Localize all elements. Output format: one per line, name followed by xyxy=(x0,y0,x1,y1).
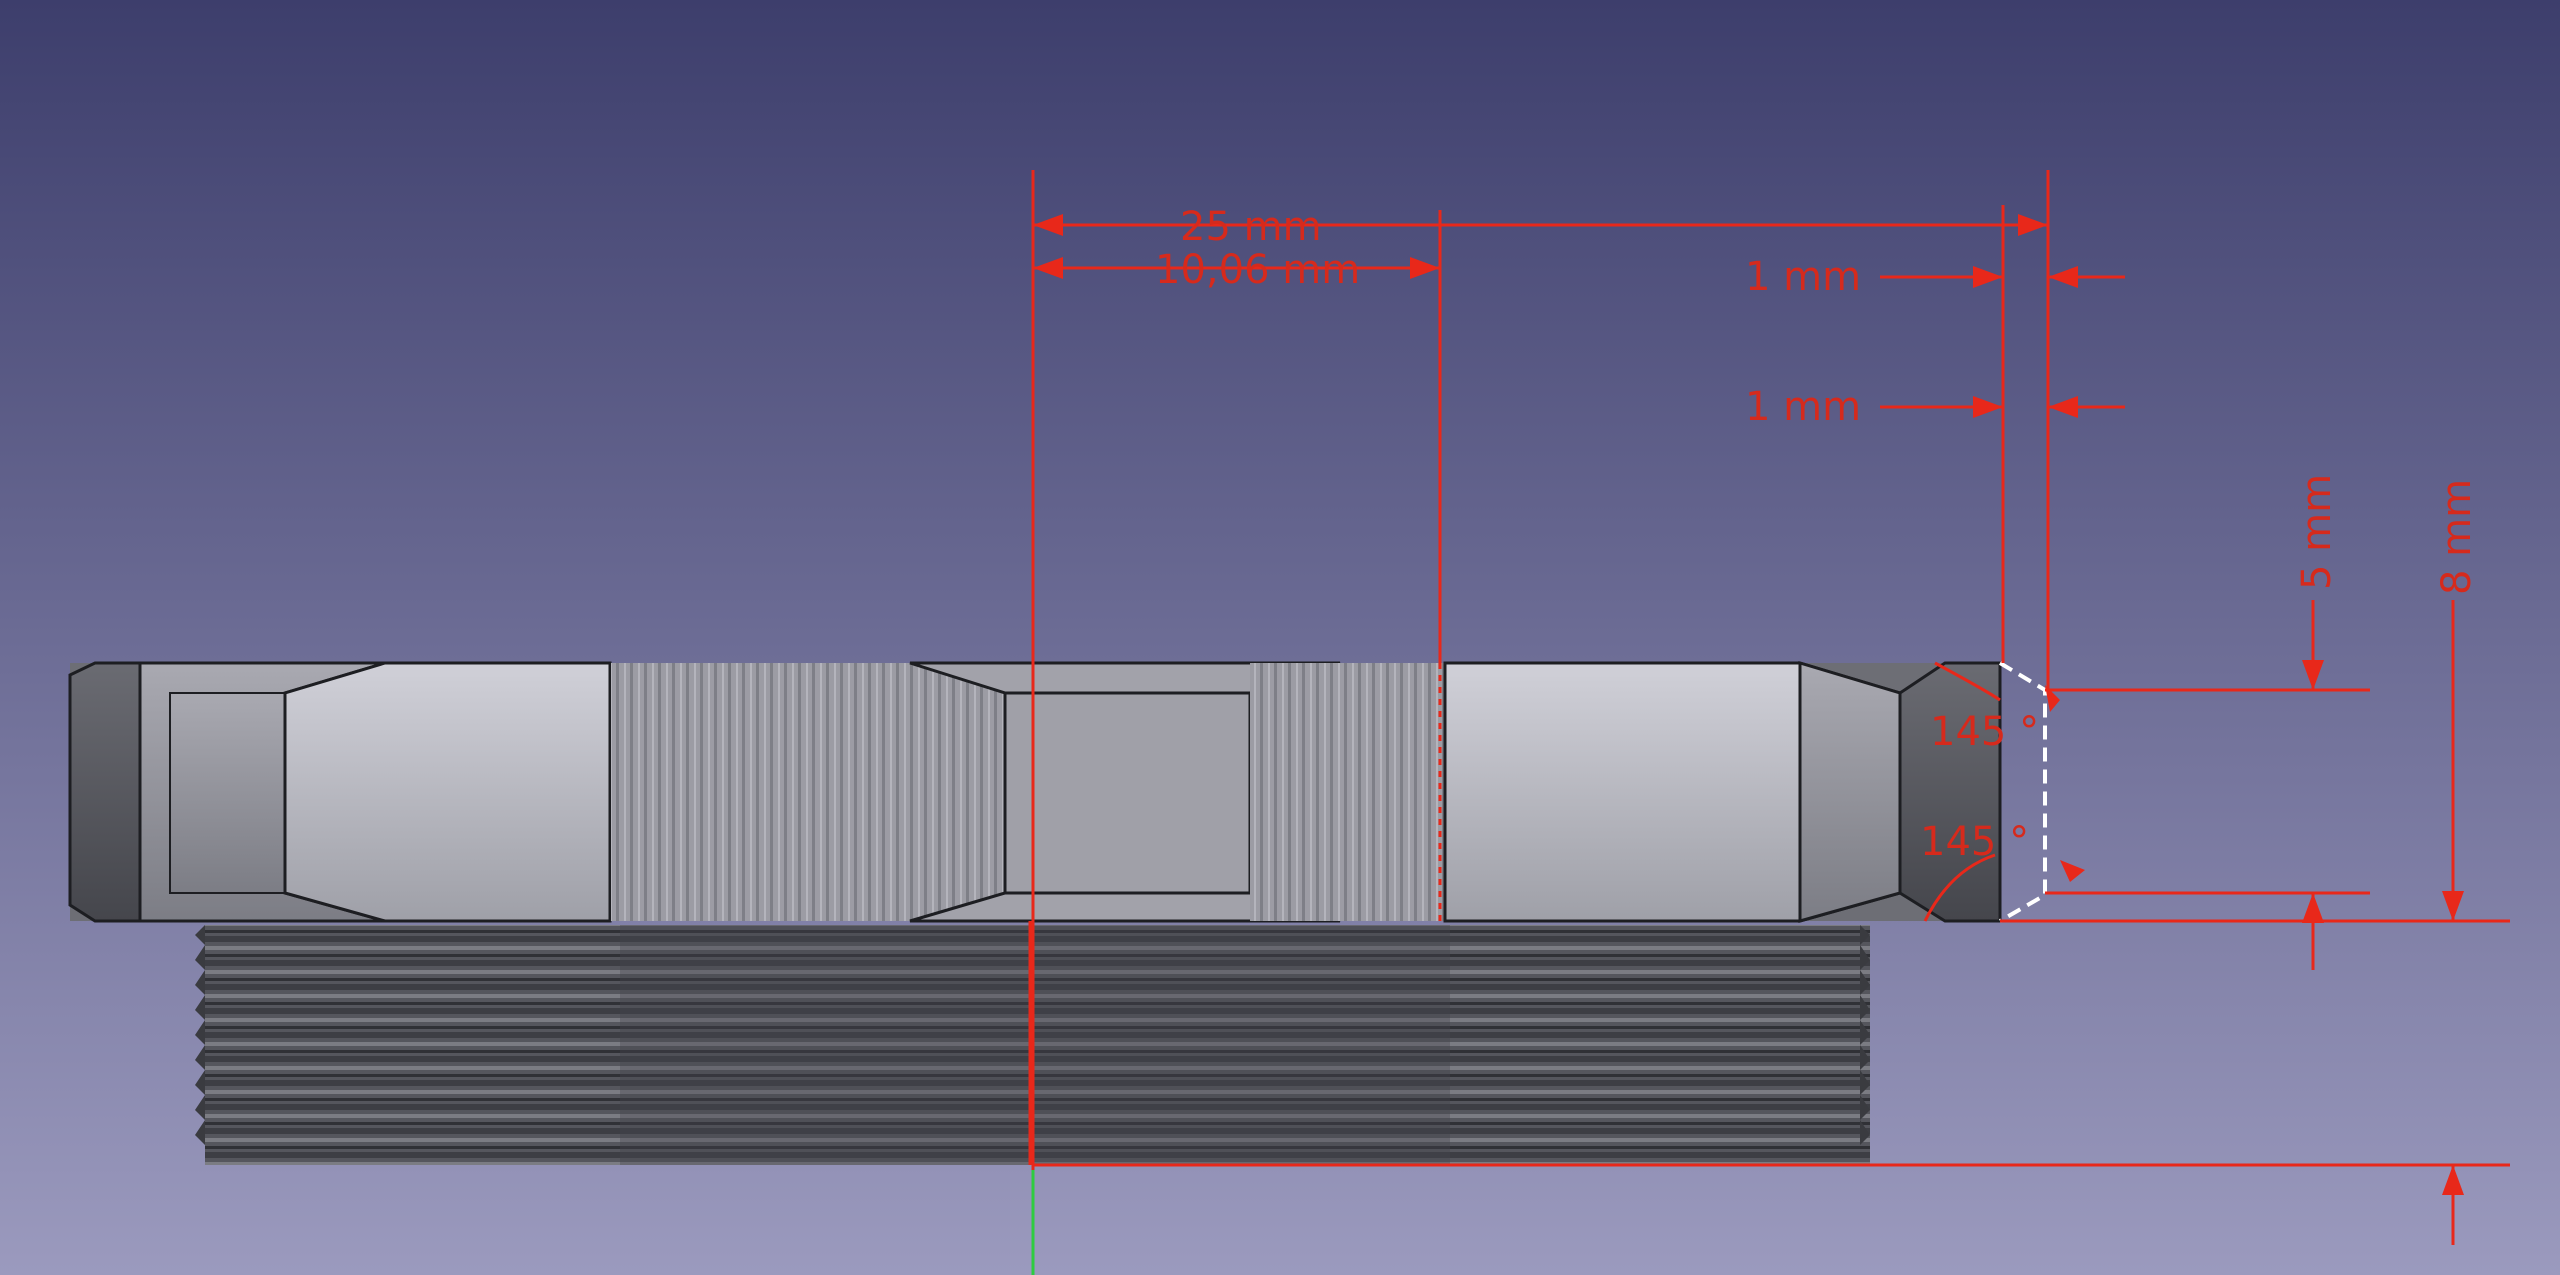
dim-nut-height[interactable]: 5 mm xyxy=(2294,474,2340,590)
3d-viewport[interactable]: 25 mm 10,06 mm 1 mm 1 mm 5 mm 8 mm 145 °… xyxy=(0,0,2560,1275)
dim-bore-radius[interactable]: 10,06 mm xyxy=(1155,247,1360,293)
dim-angle-bottom[interactable]: 145 ° xyxy=(1920,819,2029,865)
dim-chamfer-bottom[interactable]: 1 mm xyxy=(1745,384,1861,430)
dim-overall-width[interactable]: 25 mm xyxy=(1180,204,1322,250)
dim-total-height[interactable]: 8 mm xyxy=(2434,479,2480,595)
dim-angle-top[interactable]: 145 ° xyxy=(1930,709,2039,755)
scene-canvas[interactable]: 25 mm 10,06 mm 1 mm 1 mm 5 mm 8 mm 145 °… xyxy=(0,0,2560,1275)
dim-chamfer-top[interactable]: 1 mm xyxy=(1745,254,1861,300)
hex-nut[interactable] xyxy=(68,660,2002,923)
